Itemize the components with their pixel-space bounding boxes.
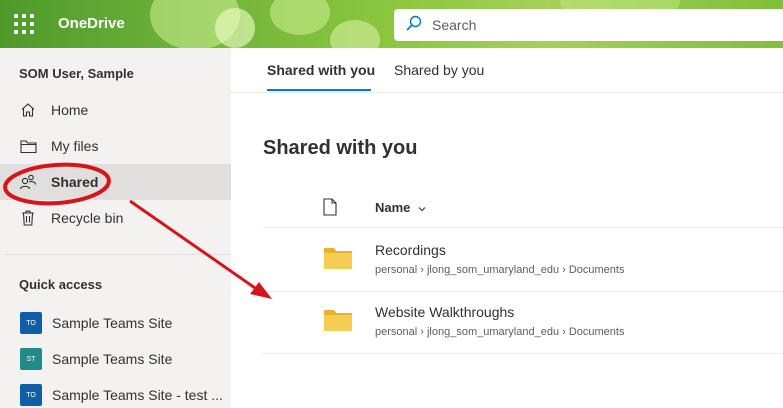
tab-shared-by-you[interactable]: Shared by you [394,62,484,78]
quick-access-item[interactable]: TO Sample Teams Site - test ... [0,377,231,408]
list-item[interactable]: Recordings personal › jlong_som_umarylan… [263,230,783,292]
search-placeholder: Search [432,17,477,33]
nav-item-label: My files [51,138,99,154]
file-name[interactable]: Recordings [375,242,446,258]
site-icon: TO [20,312,42,334]
chevron-down-icon [418,200,426,215]
sidebar-divider [6,254,231,255]
file-name[interactable]: Website Walkthroughs [375,304,514,320]
site-icon: ST [20,348,42,370]
search-icon [406,15,422,36]
quick-access-item[interactable]: TO Sample Teams Site [0,305,231,341]
quick-access-label: Sample Teams Site [52,351,173,367]
quick-access-label: Sample Teams Site - test ... [52,387,223,403]
quick-access-label: Sample Teams Site [52,315,173,331]
search-box[interactable]: Search [394,9,783,41]
nav-item-label: Home [51,102,89,118]
left-navigation: SOM User, Sample Home My files Shared Re… [0,48,231,408]
name-column-label: Name [375,200,411,215]
site-icon: TO [20,384,42,406]
file-path: personal › jlong_som_umaryland_edu › Doc… [375,264,625,276]
app-header: OneDrive Search [0,0,783,48]
nav-item-my-files[interactable]: My files [0,128,231,164]
nav-item-label: Shared [51,174,99,190]
nav-item-recycle-bin[interactable]: Recycle bin [0,200,231,236]
file-path: personal › jlong_som_umaryland_edu › Doc… [375,326,625,338]
active-tab-indicator [267,89,371,91]
trash-icon [18,208,38,228]
user-name: SOM User, Sample [19,66,134,81]
nav-item-home[interactable]: Home [0,92,231,128]
list-item[interactable]: Website Walkthroughs personal › jlong_so… [263,292,783,354]
quick-access-title: Quick access [19,277,103,292]
people-icon [18,172,38,192]
list-column-header: Name [263,188,783,228]
nav-item-shared[interactable]: Shared [0,164,231,200]
app-name[interactable]: OneDrive [58,15,125,32]
nav-item-label: Recycle bin [51,210,124,226]
quick-access-item[interactable]: ST Sample Teams Site [0,341,231,377]
tab-shared-with-you[interactable]: Shared with you [267,62,375,78]
app-launcher-icon[interactable] [12,12,36,36]
folder-icon [323,308,353,337]
file-type-icon[interactable] [323,198,337,221]
home-icon [18,100,38,120]
folder-icon [18,136,38,156]
folder-icon [323,246,353,275]
name-column-header[interactable]: Name [375,200,426,215]
pivot-tabs: Shared with you Shared by you [231,48,783,93]
page-title: Shared with you [263,137,418,159]
